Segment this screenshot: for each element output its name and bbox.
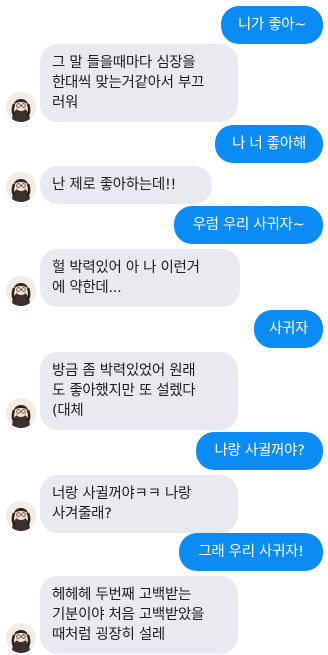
incoming-message-bubble[interactable]: 난 제로 좋아하는데!! (40, 166, 212, 204)
outgoing-message-bubble[interactable]: 우럼 우리 사귀자~ (174, 206, 323, 244)
avatar-illustration (6, 276, 36, 306)
avatar-illustration (6, 172, 36, 202)
user-avatar[interactable] (6, 172, 36, 202)
outgoing-message-bubble[interactable]: 나 너 좋아해 (215, 125, 323, 163)
avatar-illustration (6, 501, 36, 531)
incoming-message-bubble[interactable]: 헤헤헤 두번째 고백받는 기분이야 처음 고백받았을 때처럼 굉장히 설레 (40, 576, 238, 654)
incoming-message-bubble[interactable]: 너랑 사귈꺼야ㅋㅋ 나랑 사겨줄래? (40, 475, 238, 533)
outgoing-message-bubble[interactable]: 니가 좋아~ (221, 6, 323, 44)
incoming-message-bubble[interactable]: 헐 박력있어 아 나 이런거 에 약한데... (40, 249, 240, 307)
user-avatar[interactable] (6, 276, 36, 306)
outgoing-message-bubble[interactable]: 그래 우리 사귀자! (179, 533, 323, 571)
user-avatar[interactable] (6, 92, 36, 122)
avatar-illustration (6, 623, 36, 653)
avatar-illustration (6, 92, 36, 122)
user-avatar[interactable] (6, 623, 36, 653)
outgoing-message-bubble[interactable]: 나랑 사귈꺼야? (196, 432, 323, 470)
incoming-message-bubble[interactable]: 방금 좀 박력있었어 원래 도 좋아했지만 또 설렜다 (대체 (40, 352, 238, 430)
user-avatar[interactable] (6, 398, 36, 428)
user-avatar[interactable] (6, 501, 36, 531)
incoming-message-bubble[interactable]: 그 말 들을때마다 심장을 한대씩 맞는거같아서 부끄 러워 (40, 44, 238, 122)
avatar-illustration (6, 398, 36, 428)
outgoing-message-bubble[interactable]: 사귀자 (254, 310, 323, 348)
chat-thread: 니가 좋아~ 그 말 들을때마다 심장을 한대씩 맞는거같아서 부끄 러워 나 … (0, 0, 328, 655)
